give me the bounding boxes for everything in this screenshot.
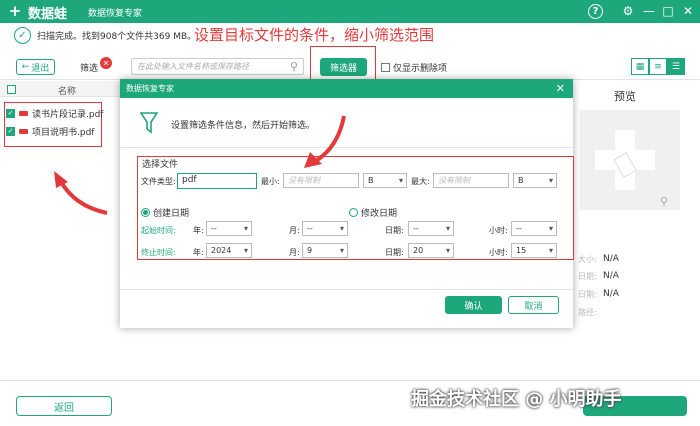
month-label: 月: [289, 226, 300, 235]
annotation-arrow-criteria [304, 115, 346, 168]
end-time-label: 终止时间: [141, 248, 176, 257]
file-name: 读书片段记录.pdf [32, 109, 104, 120]
year-label: 年: [193, 226, 204, 235]
end-month-select[interactable]: 9 [302, 243, 348, 258]
search-input[interactable] [131, 58, 304, 75]
radio-on-icon [141, 208, 150, 217]
day-label: 日期: [385, 226, 404, 235]
start-time-label: 起始时间: [141, 226, 176, 235]
clear-filter-icon[interactable]: ✕ [100, 57, 112, 69]
exit-button-label: 退出 [31, 63, 50, 74]
min-size-input[interactable]: 没有限制 [283, 173, 359, 188]
meta-size: 大小: N/A [578, 254, 619, 264]
annotation-top: 设置目标文件的条件，缩小筛选范围 [194, 26, 435, 44]
dialog-title: 数据恢复专家 [126, 84, 174, 93]
end-hour-select[interactable]: 15 [511, 243, 557, 258]
minimize-button[interactable]: — [640, 2, 658, 20]
day-label: 日期: [385, 248, 404, 257]
hour-label: 小时: [489, 226, 508, 235]
back-arrow-icon: ← [21, 62, 30, 72]
dialog-close-icon[interactable]: ✕ [556, 79, 565, 98]
funnel-icon [140, 112, 158, 134]
file-checkbox[interactable]: ✓ [6, 126, 15, 136]
list-item[interactable]: ✓ 项目说明书.pdf [6, 124, 94, 138]
search-icon[interactable]: ⚲ [290, 60, 298, 73]
column-name: 名称 [58, 87, 77, 97]
meta-path: 路径: [578, 308, 597, 317]
created-date-label: 创建日期 [153, 209, 190, 219]
filter-button[interactable]: 筛选器 [320, 58, 367, 76]
modified-date-radio[interactable]: 修改日期 [349, 206, 397, 219]
list-header: 名称 [0, 81, 120, 97]
view-mode-switch: ▦ ≡ ☰ [631, 58, 685, 75]
divider [120, 289, 573, 290]
pdf-file-icon [19, 110, 28, 116]
show-deleted-checkbox[interactable]: 仅显示删除项 [381, 61, 447, 74]
section-title: 选择文件 [142, 160, 179, 170]
exit-button[interactable]: ← 退出 [16, 59, 55, 75]
modified-date-label: 修改日期 [361, 209, 398, 219]
dialog-title-bar: 数据恢复专家 ✕ [120, 79, 573, 98]
app-subtitle: 数据恢复专家 [88, 9, 143, 19]
end-year-select[interactable]: 2024 [206, 243, 252, 258]
file-type-label: 文件类型: [141, 177, 176, 186]
year-label: 年: [193, 248, 204, 257]
radio-off-icon [349, 208, 358, 217]
start-month-select[interactable]: -- [302, 221, 348, 236]
title-bar: + 数据蛙 数据恢复专家 ? ⚙ — □ ✕ [0, 0, 700, 23]
preview-title: 预览 [614, 90, 636, 103]
file-type-input[interactable]: pdf [177, 173, 257, 189]
cancel-button[interactable]: 取消 [508, 296, 559, 314]
min-size-label: 最小: [261, 177, 280, 186]
max-size-input[interactable]: 没有限制 [433, 173, 509, 188]
max-size-unit-select[interactable]: B [513, 173, 557, 188]
start-day-select[interactable]: -- [408, 221, 454, 236]
close-button[interactable]: ✕ [679, 2, 697, 20]
min-size-unit-select[interactable]: B [363, 173, 407, 188]
zoom-icon[interactable]: ⚲ [660, 195, 668, 208]
help-icon[interactable]: ? [588, 4, 603, 19]
list-view-button[interactable]: ☰ [667, 58, 685, 75]
start-hour-select[interactable]: -- [511, 221, 557, 236]
max-size-label: 最大: [411, 177, 430, 186]
confirm-button[interactable]: 确认 [445, 296, 502, 314]
annotation-arrow-left [54, 171, 108, 215]
pdf-file-icon [19, 128, 28, 134]
checkbox-icon [381, 63, 390, 72]
watermark: 掘金技术社区 @ 小明助手 [411, 389, 622, 410]
check-circle-icon: ✓ [14, 27, 31, 44]
detail-view-button[interactable]: ≡ [649, 58, 667, 75]
grid-view-button[interactable]: ▦ [631, 58, 649, 75]
maximize-button[interactable]: □ [659, 2, 677, 20]
end-day-select[interactable]: 20 [408, 243, 454, 258]
file-name: 项目说明书.pdf [32, 127, 95, 138]
month-label: 月: [289, 248, 300, 257]
list-item[interactable]: ✓ 读书片段记录.pdf [6, 106, 103, 120]
meta-date: 日期: N/A [578, 289, 619, 299]
file-checkbox[interactable]: ✓ [6, 108, 15, 118]
app-logo-icon: + [8, 2, 22, 20]
hour-label: 小时: [489, 248, 508, 257]
scan-status-text: 扫描完成。找到908个文件共369 MB。 [37, 32, 197, 42]
filter-label: 筛选 [80, 64, 99, 74]
start-year-select[interactable]: -- [206, 221, 252, 236]
created-date-radio[interactable]: 创建日期 [141, 206, 189, 219]
select-all-checkbox[interactable] [7, 85, 16, 94]
settings-icon[interactable]: ⚙ [619, 2, 637, 20]
meta-date: 日期: N/A [578, 271, 619, 281]
app-brand: 数据蛙 [28, 7, 68, 22]
scan-status: ✓ 扫描完成。找到908个文件共369 MB。 [14, 27, 196, 44]
dialog-message: 设置筛选条件信息，然后开始筛选。 [171, 121, 316, 131]
toolbar: ← 退出 筛选 ✕ ⚲ 筛选器 仅显示删除项 ▦ ≡ ☰ [0, 46, 700, 84]
show-deleted-label: 仅显示删除项 [393, 64, 448, 74]
back-button[interactable]: 返回 [16, 396, 112, 416]
